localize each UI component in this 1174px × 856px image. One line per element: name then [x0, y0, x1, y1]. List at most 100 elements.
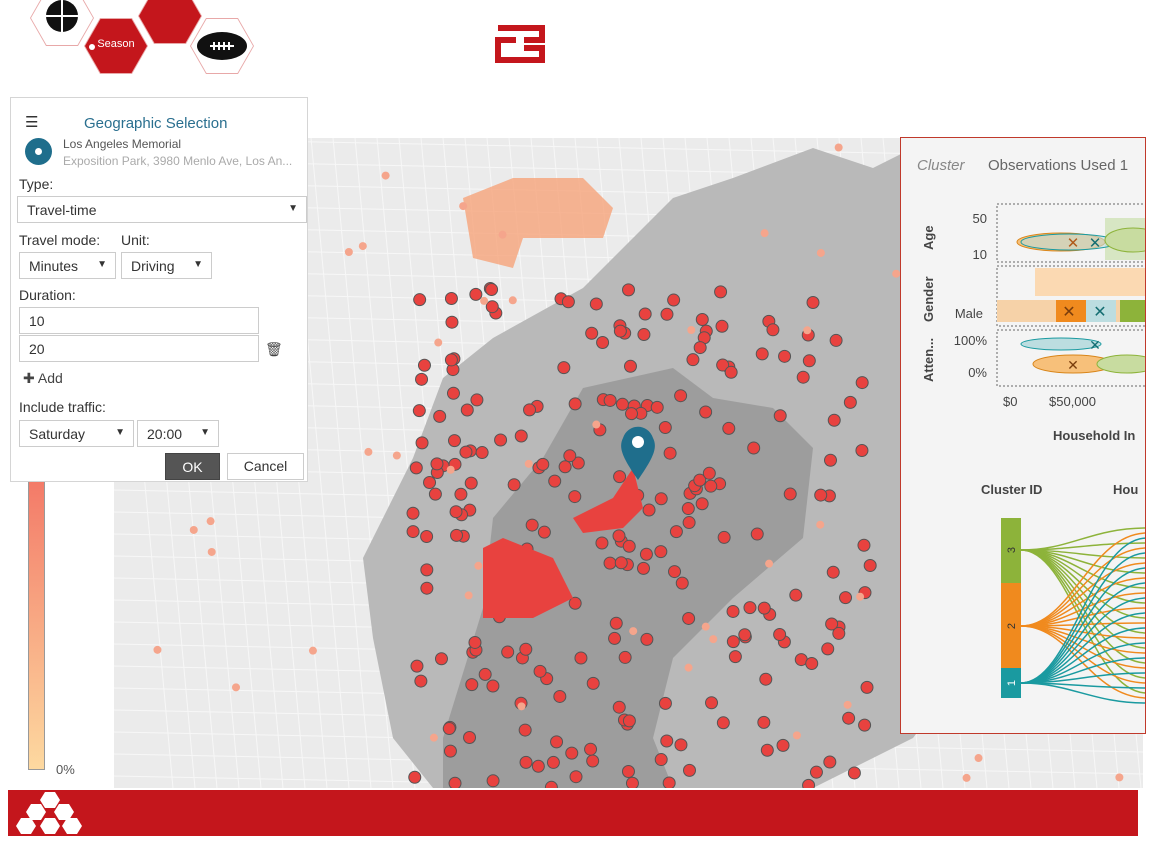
- footer-bar: [8, 790, 1138, 836]
- customer-point: [523, 403, 537, 417]
- travel-mode-select[interactable]: Minutes ▼: [19, 252, 116, 279]
- customer-point: [423, 475, 437, 489]
- customer-point: [654, 492, 668, 506]
- cluster-bar-1-label: 1: [1006, 680, 1018, 686]
- x-tick-50000: $50,000: [1049, 394, 1096, 409]
- customer-point: [449, 505, 463, 519]
- customer-point: [667, 293, 681, 307]
- customer-point: [454, 487, 468, 501]
- gender-band-top: [1035, 268, 1145, 296]
- customer-point-outer: [508, 296, 517, 305]
- chevron-down-icon: ▼: [97, 259, 107, 270]
- customer-point-outer: [392, 451, 401, 460]
- cluster-panel: Cluster Observations Used 1 Age Gender A…: [900, 137, 1146, 734]
- customer-point: [796, 370, 810, 384]
- customer-point: [408, 770, 422, 784]
- age-tick-50: 50: [973, 211, 987, 226]
- customer-point: [805, 657, 819, 671]
- customer-point-outer: [629, 627, 638, 636]
- customer-point: [414, 674, 428, 688]
- customer-point-outer: [308, 646, 317, 655]
- customer-point: [533, 664, 547, 678]
- customer-point: [525, 518, 539, 532]
- customer-point-outer: [459, 202, 468, 211]
- list-icon[interactable]: ☰: [25, 113, 38, 131]
- parallel-axis-label: Hou: [1113, 482, 1138, 497]
- customer-point: [622, 714, 636, 728]
- app-window: Season 0% ☰ Geographic Selection Los Ang…: [0, 0, 1174, 856]
- customer-point: [802, 778, 816, 788]
- customer-point: [860, 680, 874, 694]
- footer-hex: [26, 804, 46, 820]
- customer-point: [695, 312, 709, 326]
- customer-point: [536, 457, 550, 471]
- attend-tick-0: 0%: [968, 365, 987, 380]
- row-label-age: Age: [921, 225, 936, 250]
- legend-min-label: 0%: [56, 762, 75, 777]
- customer-point: [613, 324, 627, 338]
- customer-point: [608, 631, 622, 645]
- customer-point: [702, 466, 716, 480]
- customer-point-outer: [803, 326, 812, 335]
- customer-point: [622, 539, 636, 553]
- customer-point: [501, 645, 515, 659]
- customer-point: [428, 487, 442, 501]
- color-legend: 0%: [10, 470, 114, 788]
- customer-point-outer: [760, 229, 769, 238]
- traffic-time-select[interactable]: 20:00 ▼: [137, 420, 219, 447]
- customer-point: [465, 678, 479, 692]
- customer-point: [603, 393, 617, 407]
- customer-point: [668, 565, 682, 579]
- customer-point: [847, 766, 861, 780]
- customer-point: [778, 349, 792, 363]
- footer-hex: [54, 804, 74, 820]
- customer-point: [485, 300, 499, 314]
- geographic-selection-panel: ☰ Geographic Selection Los Angeles Memor…: [10, 97, 308, 482]
- brand-logo-icon: [495, 25, 545, 63]
- customer-point: [824, 453, 838, 467]
- cluster-title: Cluster: [917, 157, 966, 174]
- customer-point: [589, 297, 603, 311]
- nav-hex-basketball[interactable]: [30, 0, 94, 46]
- duration-input-2[interactable]: 20: [19, 335, 259, 362]
- customer-point: [406, 506, 420, 520]
- customer-point-outer: [480, 296, 489, 305]
- nav-hex-top[interactable]: [138, 0, 202, 44]
- customer-point: [514, 429, 528, 443]
- trash-icon[interactable]: 🗑: [265, 341, 283, 358]
- customer-point: [568, 596, 582, 610]
- customer-point: [553, 689, 567, 703]
- season-button[interactable]: Season: [84, 18, 148, 74]
- customer-point: [563, 449, 577, 463]
- customer-point: [663, 446, 677, 460]
- customer-point: [558, 460, 572, 474]
- chevron-down-icon: ▼: [288, 203, 298, 214]
- traffic-day-value: Saturday: [29, 426, 86, 442]
- customer-point: [675, 576, 689, 590]
- customer-point: [561, 295, 575, 309]
- customer-point: [759, 672, 773, 686]
- ok-button[interactable]: OK: [165, 453, 220, 480]
- unit-select[interactable]: Driving ▼: [121, 252, 212, 279]
- customer-point: [445, 315, 459, 329]
- customer-point: [430, 457, 444, 471]
- customer-point: [550, 735, 564, 749]
- customer-point-outer: [687, 326, 696, 335]
- duration-input-1[interactable]: 10: [19, 307, 259, 334]
- customer-point: [682, 763, 696, 777]
- customer-point: [537, 525, 551, 539]
- customer-point: [743, 601, 757, 615]
- nav-hex-football[interactable]: [190, 18, 254, 74]
- add-duration-button[interactable]: ✚ Add: [23, 370, 63, 387]
- cancel-button[interactable]: Cancel: [227, 453, 304, 480]
- customer-point: [417, 358, 431, 372]
- customer-point-outer: [434, 338, 443, 347]
- customer-point: [776, 738, 790, 752]
- cluster-chart[interactable]: Cluster Observations Used 1 Age Gender A…: [901, 138, 1146, 734]
- traffic-day-select[interactable]: Saturday ▼: [19, 420, 134, 447]
- demand-cluster-orange: [463, 178, 613, 268]
- attend-center-teal: ✕: [1089, 337, 1101, 353]
- customer-point: [546, 755, 560, 769]
- type-select[interactable]: Travel-time ▼: [17, 196, 307, 223]
- parallel-lines: [1020, 527, 1145, 704]
